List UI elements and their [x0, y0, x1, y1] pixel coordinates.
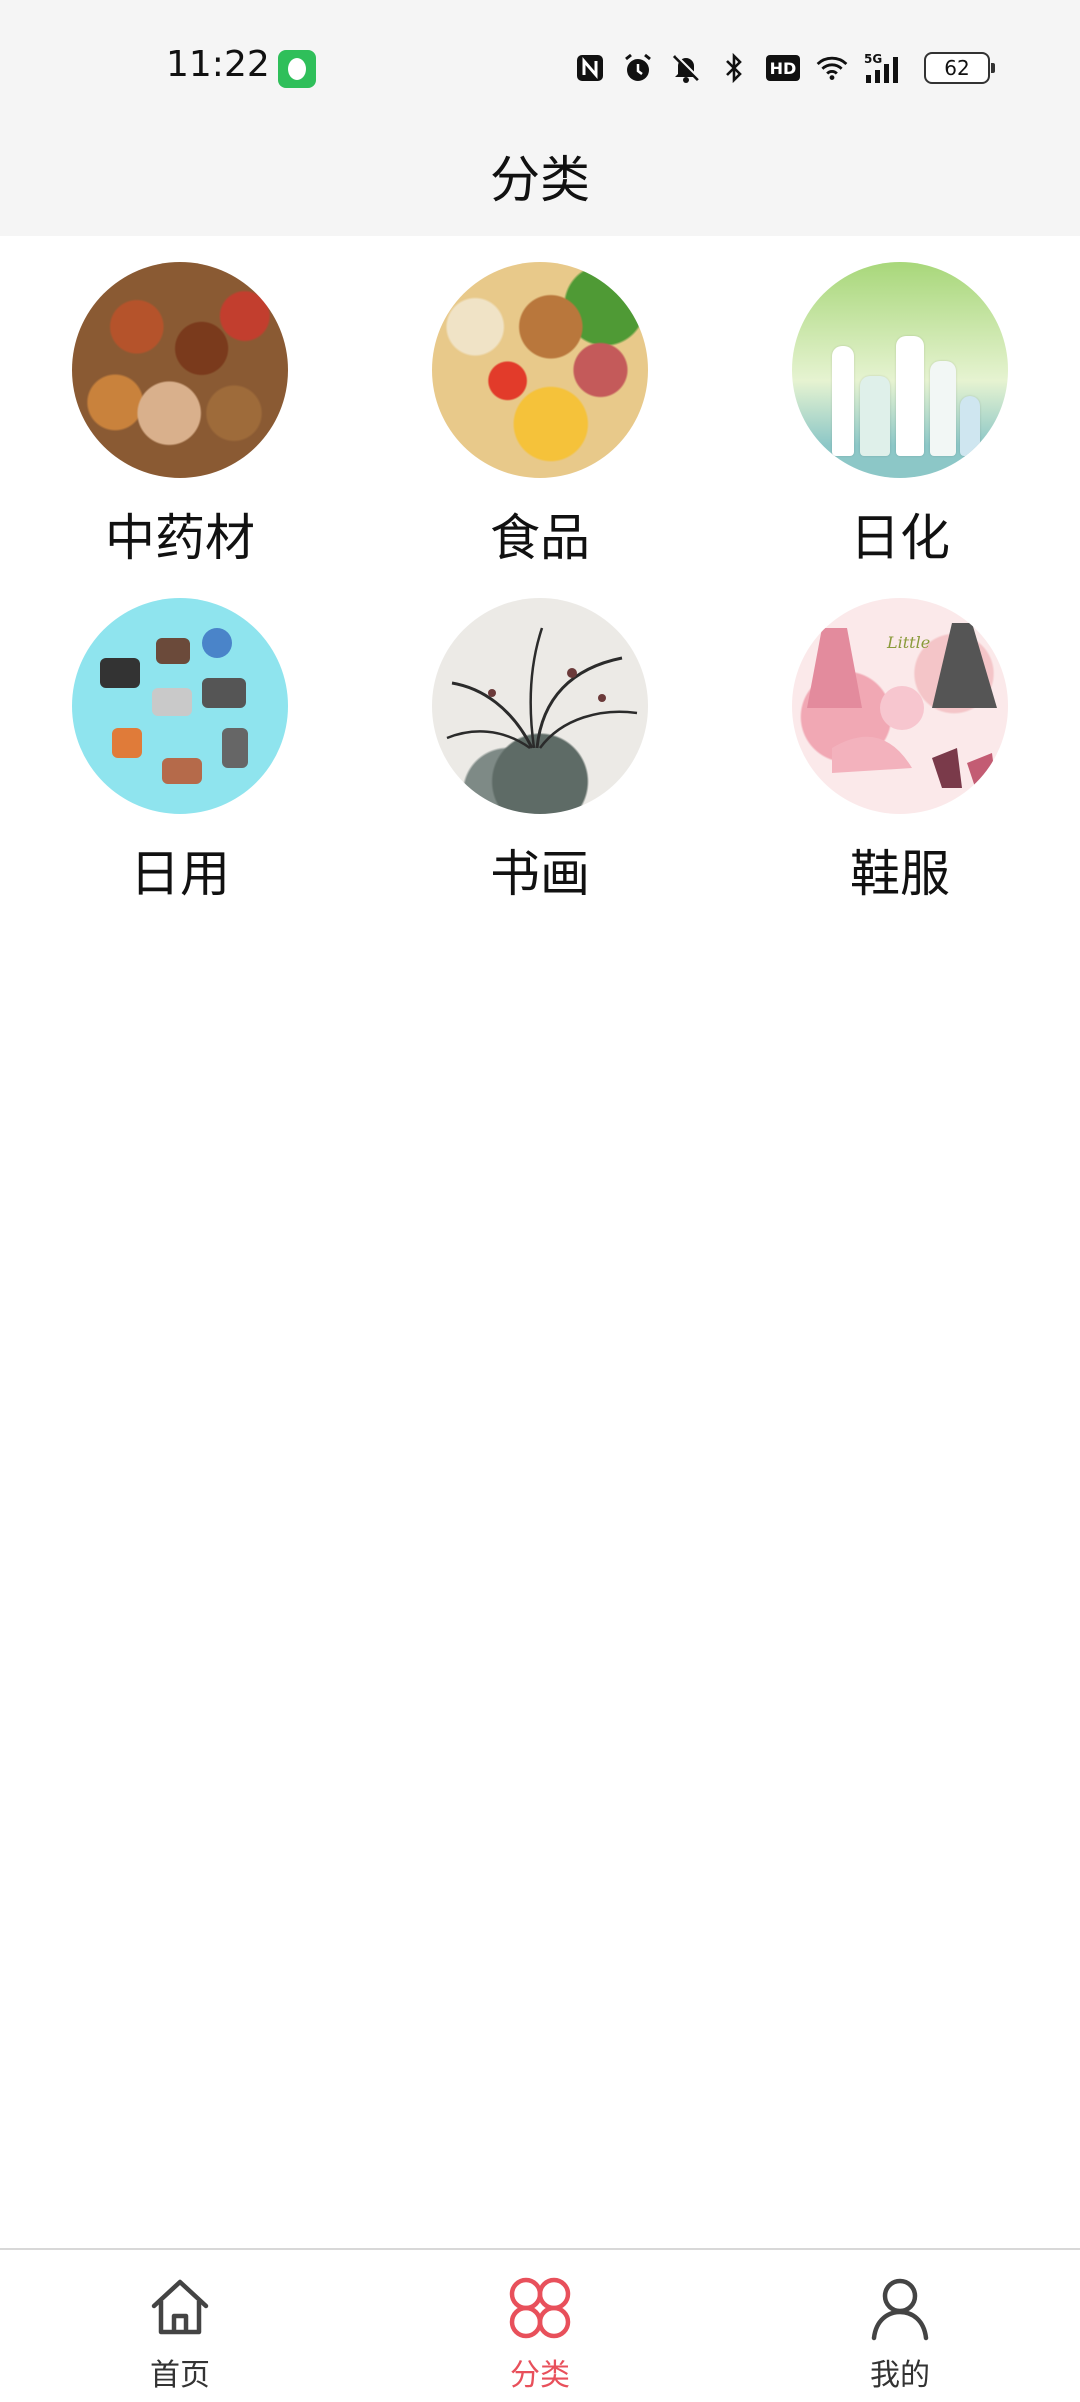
- herbs-image: [72, 262, 288, 478]
- cosmetics-image: [792, 262, 1008, 478]
- nav-label-profile: 我的: [870, 2358, 930, 2393]
- bread-shape: [162, 758, 202, 784]
- daily-goods-image: [72, 598, 288, 814]
- status-time: 11:22: [166, 44, 270, 85]
- item-shape: [112, 728, 142, 758]
- profile-icon: [871, 2278, 929, 2341]
- category-item-cosmetics[interactable]: 日化: [720, 236, 1080, 572]
- nav-label-category: 分类: [510, 2358, 570, 2393]
- category-label: 书画: [490, 845, 590, 903]
- ink-painting-image: [432, 598, 648, 814]
- svg-text:5G: 5G: [864, 52, 882, 66]
- category-item-food[interactable]: 食品: [360, 236, 720, 572]
- bottle-shape: [860, 376, 890, 456]
- status-bar: 11:22 HD 5G 62: [0, 0, 1080, 120]
- orchid-drawing: [446, 627, 638, 750]
- category-label: 鞋服: [850, 845, 950, 903]
- fashion-drawing: Little: [807, 623, 997, 793]
- category-label: 食品: [490, 509, 590, 567]
- hairdryer-shape: [202, 678, 246, 708]
- category-item-shoes[interactable]: Little 鞋服: [720, 572, 1080, 908]
- food-image: [432, 262, 648, 478]
- battery-icon: 62: [924, 52, 995, 84]
- mute-bell-icon: [670, 52, 702, 84]
- app-notification-icon: [278, 50, 316, 88]
- nav-item-category[interactable]: 分类: [440, 2250, 640, 2402]
- category-grid: 中药材 食品 日化 日用 书画 Little 鞋服: [0, 236, 1080, 908]
- category-item-painting[interactable]: 书画: [360, 572, 720, 908]
- alarm-icon: [622, 52, 654, 84]
- bottle-shape: [960, 396, 980, 456]
- hd-icon: HD: [766, 55, 800, 81]
- status-icons: HD 5G 62: [574, 46, 995, 90]
- category-item-herbs[interactable]: 中药材: [0, 236, 360, 572]
- bottle-shape: [832, 346, 854, 456]
- nav-label-home: 首页: [150, 2358, 210, 2393]
- category-label: 日用: [130, 845, 230, 903]
- category-icon: [509, 2277, 571, 2339]
- shoes-clothing-image: Little: [792, 598, 1008, 814]
- nav-item-home[interactable]: 首页: [80, 2250, 280, 2402]
- pot-shape: [152, 688, 192, 716]
- bottle-shape: [222, 728, 248, 768]
- header: 分类: [0, 120, 1080, 236]
- bag-shape: [156, 638, 190, 664]
- page-title: 分类: [490, 151, 590, 209]
- svg-text:Little: Little: [886, 633, 930, 652]
- bottom-nav: 首页 分类 我的: [0, 2248, 1080, 2402]
- home-icon: [151, 2279, 209, 2335]
- category-label: 中药材: [105, 509, 255, 567]
- category-item-daily[interactable]: 日用: [0, 572, 360, 908]
- signal-5g-icon: 5G: [864, 52, 908, 84]
- bluetooth-icon: [718, 52, 750, 84]
- bottle-shape: [896, 336, 924, 456]
- bottle-shape: [930, 361, 956, 456]
- camera-shape: [100, 658, 140, 688]
- globe-shape: [202, 628, 232, 658]
- wifi-icon: [816, 52, 848, 84]
- category-label: 日化: [850, 509, 950, 567]
- nav-item-profile[interactable]: 我的: [800, 2250, 1000, 2402]
- nfc-icon: [574, 52, 606, 84]
